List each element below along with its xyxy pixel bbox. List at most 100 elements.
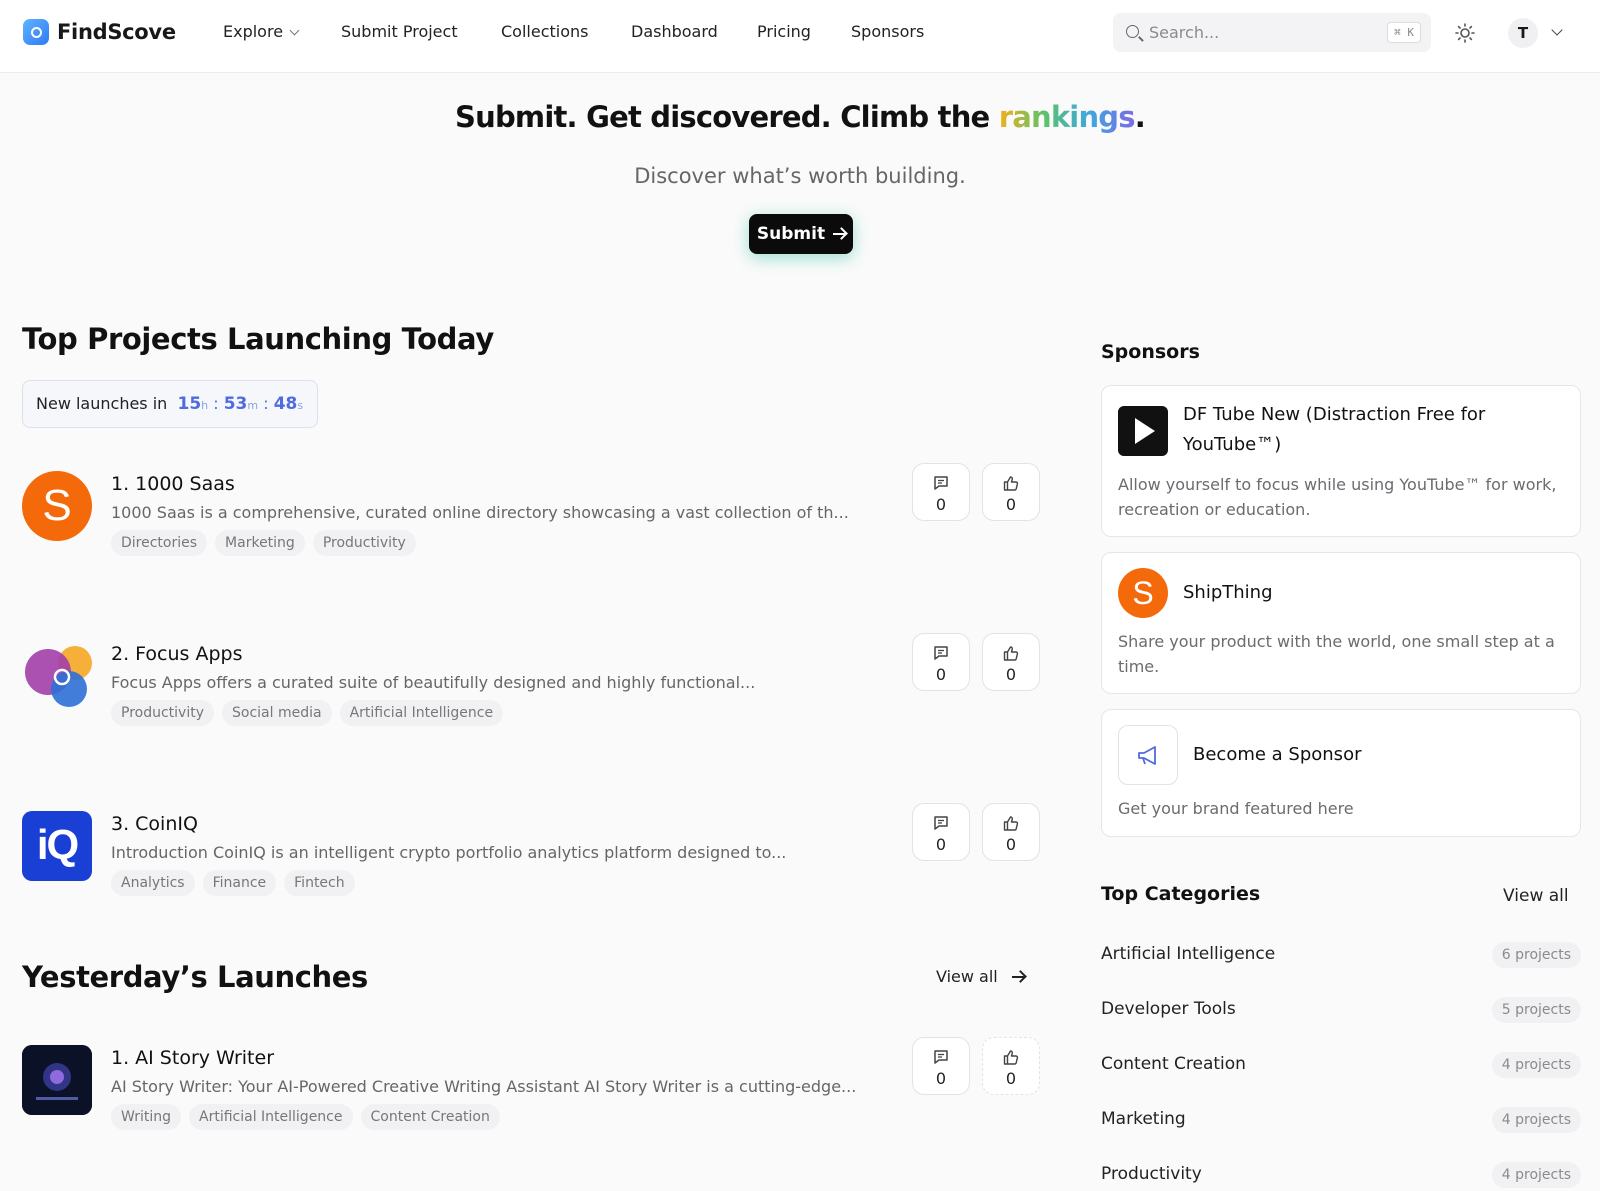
project-tag[interactable]: Productivity <box>111 700 214 726</box>
project-name[interactable]: 1. 1000 Saas <box>111 473 235 495</box>
countdown-hours-unit: h <box>201 399 209 412</box>
comment-icon <box>934 476 948 490</box>
sponsor-name[interactable]: DF Tube New (Distraction Free for YouTub… <box>1183 400 1553 460</box>
project-tag[interactable]: Writing <box>111 1104 181 1130</box>
category-row[interactable]: Productivity 4 projects <box>1101 1160 1581 1190</box>
comment-button[interactable]: 0 <box>912 463 970 521</box>
category-count-badge: 4 projects <box>1491 1052 1581 1078</box>
sponsor-logo: S <box>1118 568 1168 618</box>
project-tags: Writing Artificial Intelligence Content … <box>111 1104 500 1130</box>
sponsor-logo-letter: S <box>1132 575 1154 611</box>
comment-button[interactable]: 0 <box>912 1037 970 1095</box>
sponsor-description: Allow yourself to focus while using YouT… <box>1118 475 1557 519</box>
countdown-minutes: 53 <box>223 394 248 414</box>
upvote-button[interactable]: 0 <box>982 463 1040 521</box>
play-icon <box>1118 406 1168 456</box>
project-tag[interactable]: Analytics <box>111 870 195 896</box>
project-tag[interactable]: Fintech <box>284 870 355 896</box>
project-card[interactable]: iQ 3. CoinIQ Introduction CoinIQ is an i… <box>22 803 1042 913</box>
project-card[interactable]: S 1. 1000 Saas 1000 Saas is a comprehens… <box>22 463 1042 573</box>
category-name: Developer Tools <box>1101 999 1236 1019</box>
upvote-count: 0 <box>1005 495 1017 514</box>
category-row[interactable]: Content Creation 4 projects <box>1101 1050 1581 1080</box>
sun-icon <box>1455 23 1475 43</box>
theme-toggle-button[interactable] <box>1452 20 1478 46</box>
comment-button[interactable]: 0 <box>912 803 970 861</box>
project-logo: iQ <box>22 811 92 881</box>
project-logo-letter: S <box>42 481 72 530</box>
hero-title-prefix: Submit. Get discovered. Climb the <box>455 100 999 134</box>
nav-explore-label: Explore <box>223 22 284 41</box>
thumbs-up-icon <box>1003 646 1019 661</box>
hero-title: Submit. Get discovered. Climb the rankin… <box>0 100 1600 134</box>
category-name: Productivity <box>1101 1164 1202 1184</box>
upvote-button[interactable]: 0 <box>982 1037 1040 1095</box>
become-sponsor-description: Get your brand featured here <box>1118 799 1354 818</box>
arrow-right-icon <box>833 233 846 235</box>
nav-sponsors[interactable]: Sponsors <box>851 22 924 41</box>
comment-button[interactable]: 0 <box>912 633 970 691</box>
countdown-seconds-unit: s <box>297 399 304 412</box>
launch-countdown: New launches in 15h : 53m : 48s <box>22 380 318 428</box>
project-name[interactable]: 2. Focus Apps <box>111 643 243 665</box>
upvote-button[interactable]: 0 <box>982 633 1040 691</box>
project-name[interactable]: 3. CoinIQ <box>111 813 198 835</box>
category-row[interactable]: Marketing 4 projects <box>1101 1105 1581 1135</box>
project-tags: Analytics Finance Fintech <box>111 870 355 896</box>
arrow-right-icon <box>1011 975 1024 978</box>
project-tag[interactable]: Artificial Intelligence <box>339 700 504 726</box>
project-tag[interactable]: Content Creation <box>360 1104 500 1130</box>
become-sponsor-card[interactable]: Become a Sponsor Get your brand featured… <box>1101 709 1581 837</box>
yesterday-view-all-link[interactable]: View all <box>936 967 1024 986</box>
nav-dashboard[interactable]: Dashboard <box>631 22 718 41</box>
category-row[interactable]: Developer Tools 5 projects <box>1101 995 1581 1025</box>
hero-title-suffix: . <box>1134 100 1146 134</box>
nav-collections[interactable]: Collections <box>501 22 588 41</box>
user-menu-chevron-icon[interactable] <box>1551 24 1563 36</box>
category-count-badge: 4 projects <box>1491 1162 1581 1188</box>
brand-logo[interactable]: FindScove <box>23 19 176 45</box>
sponsor-name[interactable]: ShipThing <box>1183 578 1273 608</box>
findscove-logo-icon <box>23 19 49 45</box>
megaphone-icon <box>1118 725 1178 785</box>
top-categories-title: Top Categories <box>1101 883 1261 905</box>
category-name: Artificial Intelligence <box>1101 944 1276 964</box>
project-name[interactable]: 1. AI Story Writer <box>111 1047 274 1069</box>
category-row[interactable]: Artificial Intelligence 6 projects <box>1101 940 1581 970</box>
today-section-title: Top Projects Launching Today <box>22 322 494 356</box>
sponsor-card[interactable]: DF Tube New (Distraction Free for YouTub… <box>1101 385 1581 537</box>
project-tag[interactable]: Marketing <box>215 530 305 556</box>
upvote-count: 0 <box>1005 1069 1017 1088</box>
comment-icon <box>934 646 948 660</box>
nav-pricing[interactable]: Pricing <box>757 22 811 41</box>
categories-view-all-link[interactable]: View all <box>1503 886 1569 906</box>
thumbs-up-icon <box>1003 816 1019 831</box>
sponsor-card[interactable]: S ShipThing Share your product with the … <box>1101 552 1581 694</box>
user-avatar[interactable]: T <box>1508 18 1538 48</box>
project-tag[interactable]: Productivity <box>312 530 416 556</box>
countdown-label: New launches in <box>36 394 168 413</box>
hero-submit-button[interactable]: Submit <box>749 214 853 254</box>
hero-title-highlight: rankings <box>998 100 1136 134</box>
upvote-count: 0 <box>1005 835 1017 854</box>
project-tag[interactable]: Social media <box>222 700 332 726</box>
project-tags: Productivity Social media Artificial Int… <box>111 700 504 726</box>
project-logo: S <box>22 471 92 541</box>
search-input[interactable]: Search... ⌘ K <box>1113 13 1431 52</box>
sponsor-description: Share your product with the world, one s… <box>1118 632 1555 676</box>
project-card[interactable]: 1. AI Story Writer AI Story Writer: Your… <box>22 1037 1042 1147</box>
comment-count: 0 <box>935 495 947 514</box>
nav-submit-project[interactable]: Submit Project <box>341 22 458 41</box>
category-name: Marketing <box>1101 1109 1186 1129</box>
project-tag[interactable]: Directories <box>111 530 208 556</box>
upvote-button[interactable]: 0 <box>982 803 1040 861</box>
become-sponsor-title[interactable]: Become a Sponsor <box>1193 740 1361 770</box>
project-card[interactable]: 2. Focus Apps Focus Apps offers a curate… <box>22 633 1042 743</box>
project-tag[interactable]: Finance <box>202 870 277 896</box>
project-logo <box>22 1045 92 1115</box>
upvote-count: 0 <box>1005 665 1017 684</box>
category-count-badge: 5 projects <box>1491 997 1581 1023</box>
project-tag[interactable]: Artificial Intelligence <box>189 1104 353 1130</box>
project-description: Focus Apps offers a curated suite of bea… <box>111 673 756 692</box>
nav-explore[interactable]: Explore <box>223 22 300 41</box>
